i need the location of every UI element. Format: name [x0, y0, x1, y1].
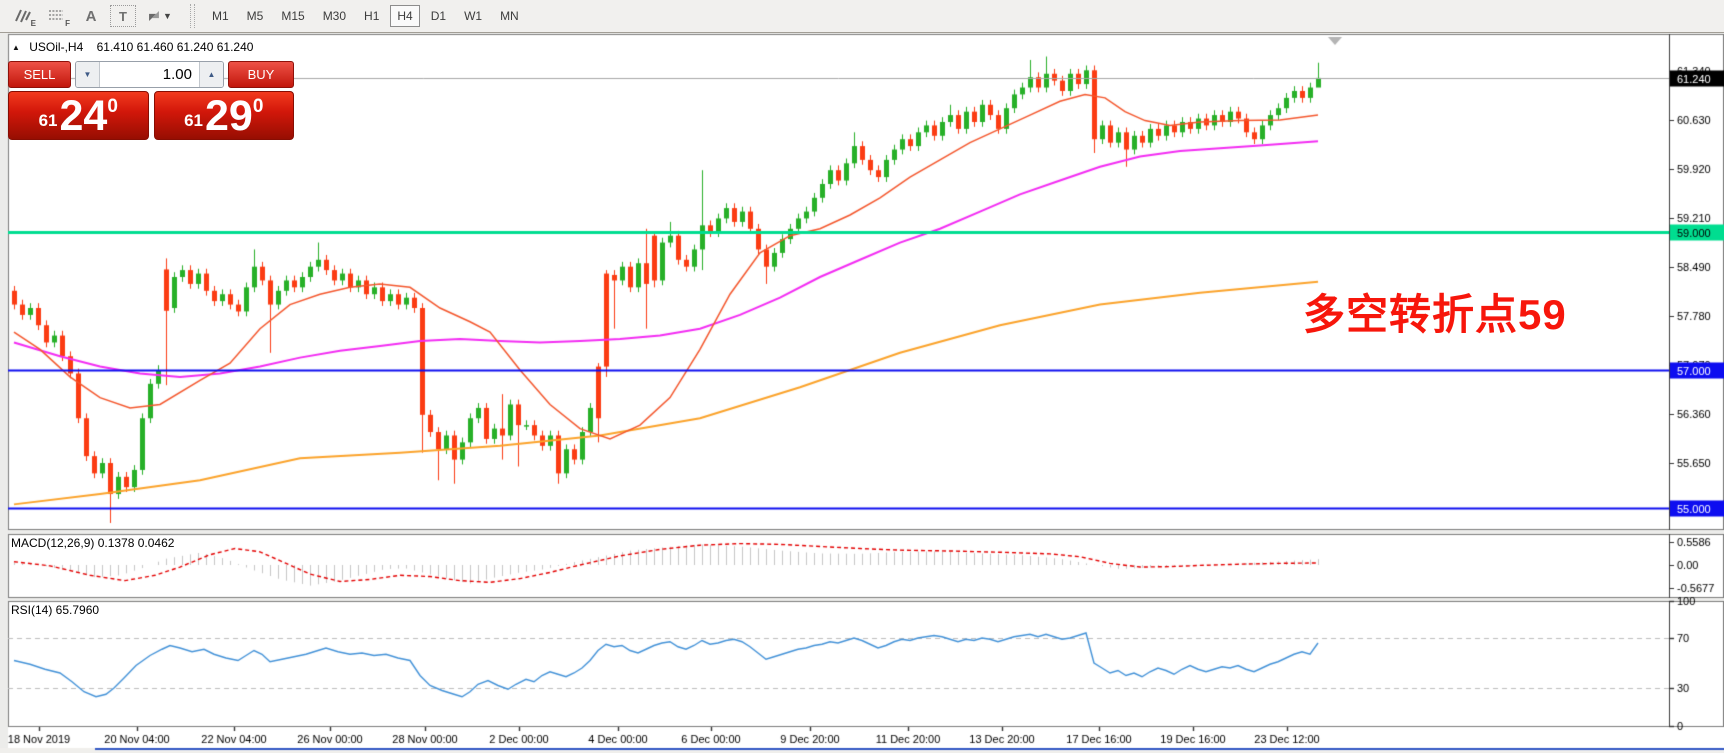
- rsi-indicator-label: RSI(14) 65.7960: [11, 603, 99, 617]
- sell-price-sup: 0: [107, 96, 118, 118]
- buy-price-button[interactable]: 61 29 0: [154, 91, 295, 140]
- chart-title: ▲ USOil-,H4 61.410 61.460 61.240 61.240: [12, 40, 253, 54]
- trade-panel-top-row: SELL ▼ ▲ BUY: [8, 61, 294, 88]
- caret-up-icon: ▲: [208, 70, 216, 79]
- trading-terminal: { "toolbar": { "tools": [ {"id":"chart-e…: [0, 0, 1724, 753]
- buy-button[interactable]: BUY: [228, 61, 294, 88]
- volume-decrease-button[interactable]: ▼: [76, 62, 100, 87]
- one-click-trading-panel: SELL ▼ ▲ BUY 61 24 0 61 29 0: [8, 61, 294, 140]
- buy-price-prefix: 61: [184, 111, 203, 131]
- buy-price-big: 29: [205, 98, 253, 136]
- collapse-triangle-icon[interactable]: ▲: [12, 43, 20, 52]
- ohlc-values: 61.410 61.460 61.240 61.240: [97, 40, 254, 54]
- chart-annotation-text: 多空转折点59: [1303, 281, 1567, 342]
- sell-button[interactable]: SELL: [8, 61, 71, 88]
- volume-input[interactable]: [100, 62, 199, 87]
- symbol-timeframe-label: USOil-,H4: [29, 40, 83, 54]
- sell-price-big: 24: [60, 98, 108, 136]
- sell-price-button[interactable]: 61 24 0: [8, 91, 149, 140]
- volume-stepper: ▼ ▲: [75, 61, 224, 88]
- caret-down-icon: ▼: [84, 70, 92, 79]
- volume-increase-button[interactable]: ▲: [199, 62, 223, 87]
- trade-panel-price-row: 61 24 0 61 29 0: [8, 91, 294, 140]
- buy-price-sup: 0: [253, 96, 264, 118]
- sell-price-prefix: 61: [39, 111, 58, 131]
- macd-indicator-label: MACD(12,26,9) 0.1378 0.0462: [11, 536, 174, 550]
